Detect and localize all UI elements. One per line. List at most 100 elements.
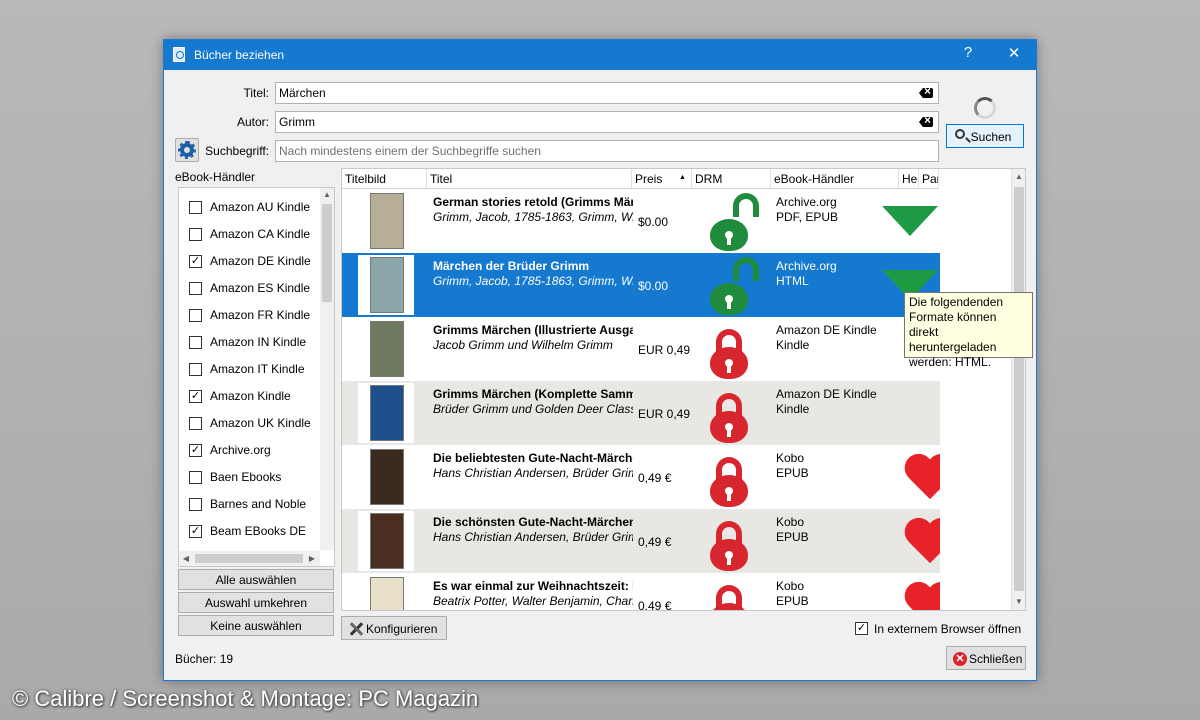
store-cell: Amazon DE Kindle Kindle [776,323,877,353]
store-scroll-thumb[interactable] [322,204,332,302]
store-checkbox[interactable] [189,471,202,484]
store-checkbox[interactable] [189,498,202,511]
wrench-icon [348,621,364,637]
book-cover-image [370,193,404,249]
table-row[interactable]: Es war einmal zur Weihnachtszeit: Di Beat… [342,573,940,610]
book-cover [358,575,414,610]
book-cover [358,383,414,443]
column-header[interactable]: Titelbild [342,169,427,189]
store-name: Amazon DE Kindle [210,254,311,268]
book-title: German stories retold (Grimms Märc [433,195,633,209]
gear-icon [178,141,196,159]
book-formats: EPUB [776,594,809,608]
book-author: Beatrix Potter, Walter Benjamin, Charle [433,594,633,608]
store-checkbox[interactable]: ✓ [189,390,202,403]
configure-search-button[interactable] [175,138,199,162]
column-header[interactable]: DRM [692,169,771,189]
unlocked-drm-icon [710,193,759,251]
close-window-button[interactable]: ✕ [1002,44,1026,62]
external-browser-checkbox[interactable]: ✓ [855,622,868,635]
store-name: Archive.org [776,259,837,273]
table-row[interactable]: Die schönsten Gute-Nacht-Märchen Hans Chr… [342,509,940,573]
table-row[interactable]: Grimms Märchen (Komplette Samml Brüder Gr… [342,381,940,445]
store-checkbox[interactable] [189,309,202,322]
close-icon: ✕ [953,652,967,666]
store-list[interactable]: Amazon AU Kindle Amazon CA Kindle ✓ Amazon … [178,187,335,567]
unlocked-drm-icon [710,257,759,315]
locked-drm-icon [710,393,750,443]
results-table[interactable]: Titelbild Titel Preis ▲ DRM eBook-Händler He Pa… [341,168,1026,611]
calibre-app-icon [173,47,185,62]
store-checkbox[interactable]: ✓ [189,255,202,268]
store-name: Amazon IT Kindle [210,362,305,376]
store-checkbox[interactable]: ✓ [189,525,202,538]
store-checkbox[interactable] [189,228,202,241]
store-checkbox[interactable] [189,201,202,214]
store-name: Amazon DE Kindle [776,323,877,337]
heart-icon [902,583,940,610]
table-row[interactable]: Märchen der Brüder Grimm Grimm, Jacob, 17… [342,253,940,317]
author-label: Autor: [236,115,269,129]
keyword-input[interactable] [275,140,939,162]
store-cell: Kobo EPUB [776,579,809,609]
store-checkbox[interactable] [189,282,202,295]
book-title: Grimms Märchen (Illustrierte Ausgab [433,323,633,337]
close-dialog-button[interactable]: ✕ Schließen [946,646,1026,670]
copyright-watermark: © Calibre / Screenshot & Montage: PC Mag… [12,686,479,711]
book-cover-image [370,577,404,610]
book-formats: Kindle [776,402,810,416]
store-name: Amazon AU Kindle [210,200,311,214]
column-header[interactable]: eBook-Händler [771,169,899,189]
book-title: Märchen der Brüder Grimm [433,259,590,273]
store-name: Baen Ebooks [210,470,282,484]
store-name: Amazon DE Kindle [776,387,877,401]
store-name: Barnes and Noble [210,497,307,511]
select-none-button[interactable]: Keine auswählen [178,615,334,636]
book-author: Grimm, Jacob, 1785-1863, Grimm, Wilhe [433,210,633,224]
help-button[interactable]: ? [956,44,980,61]
book-author: Brüder Grimm und Golden Deer Classic [433,402,633,416]
results-vertical-scrollbar[interactable]: ▲ ▼ [1011,169,1025,610]
title-label: Titel: [243,86,269,100]
table-row[interactable]: Die beliebtesten Gute-Nacht-Märche Hans C… [342,445,940,509]
column-header[interactable]: Par [919,169,939,189]
title-bar: Bücher beziehen ? ✕ [164,40,1036,70]
store-name: Kobo [776,579,805,593]
book-title: Die schönsten Gute-Nacht-Märchen [433,515,633,529]
store-cell: Archive.org HTML [776,259,837,289]
table-row[interactable]: German stories retold (Grimms Märc Grimm,… [342,189,940,253]
store-name: Amazon ES Kindle [210,281,311,295]
store-vertical-scrollbar[interactable]: ▲ [320,188,334,550]
download-icon[interactable] [882,206,938,236]
select-all-button[interactable]: Alle auswählen [178,569,334,590]
locked-drm-icon [710,521,750,571]
external-browser-label: In externem Browser öffnen [874,622,1022,636]
book-cover-image [370,385,404,441]
store-checkbox[interactable] [189,336,202,349]
table-row[interactable]: Grimms Märchen (Illustrierte Ausgab Jacob… [342,317,940,381]
book-title: Grimms Märchen (Komplette Samml [433,387,633,401]
search-icon [955,129,965,139]
author-input[interactable] [275,111,939,133]
invert-selection-button[interactable]: Auswahl umkehren [178,592,334,613]
store-name: Amazon UK Kindle [210,416,311,430]
book-author: Hans Christian Andersen, Brüder Grim [433,530,633,544]
store-checkbox[interactable] [189,417,202,430]
store-checkbox[interactable] [189,363,202,376]
results-scroll-thumb[interactable] [1014,187,1024,591]
store-hscroll-thumb[interactable] [195,554,303,563]
keyword-label: Suchbegriff: [205,144,269,158]
search-button[interactable]: Suchen [946,124,1024,148]
column-header[interactable]: Preis ▲ [632,169,692,189]
column-header[interactable]: Titel [427,169,632,189]
store-name: Kobo [776,451,805,465]
book-cover-image [370,257,404,313]
column-header[interactable]: He [899,169,919,189]
configure-button[interactable]: Konfigurieren [341,616,447,640]
book-cover [358,255,414,315]
store-checkbox[interactable]: ✓ [189,444,202,457]
title-input[interactable] [275,82,939,104]
book-author: Grimm, Jacob, 1785-1863, Grimm, Wilhe [433,274,633,288]
book-price: 0,49 € [638,471,672,485]
store-horizontal-scrollbar[interactable]: ◀ ▶ [179,551,320,566]
